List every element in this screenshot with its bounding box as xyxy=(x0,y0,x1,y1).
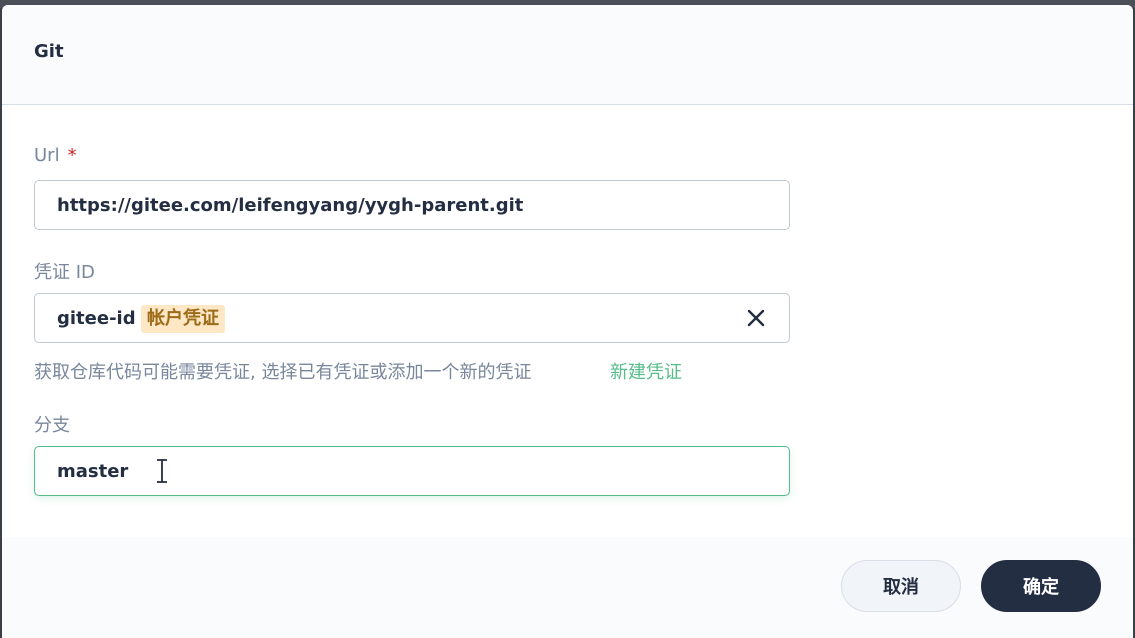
dialog-title: Git xyxy=(34,41,64,62)
credential-hint: 获取仓库代码可能需要凭证, 选择已有凭证或添加一个新的凭证 xyxy=(34,362,532,383)
branch-label: 分支 xyxy=(34,415,70,436)
cancel-button[interactable]: 取消 xyxy=(841,560,961,612)
git-dialog: Git Url * https://gitee.com/leifengyang/y… xyxy=(2,5,1133,638)
credential-type-tag: 帐户凭证 xyxy=(141,305,225,333)
text-cursor-icon xyxy=(157,459,167,483)
url-label: Url * xyxy=(34,145,77,166)
credential-label: 凭证 ID xyxy=(34,262,95,283)
dialog-header: Git xyxy=(2,5,1133,105)
branch-input[interactable]: master xyxy=(34,446,790,496)
url-input-value: https://gitee.com/leifengyang/yygh-paren… xyxy=(57,195,524,216)
required-marker: * xyxy=(67,145,77,166)
credential-value: gitee-id xyxy=(57,308,136,329)
close-icon[interactable] xyxy=(745,307,767,329)
branch-input-value: master xyxy=(57,461,129,482)
dialog-footer xyxy=(2,537,1133,638)
new-credential-link[interactable]: 新建凭证 xyxy=(610,358,682,384)
confirm-button[interactable]: 确定 xyxy=(981,560,1101,612)
url-label-text: Url xyxy=(34,145,60,166)
credential-select[interactable]: gitee-id 帐户凭证 xyxy=(34,293,790,343)
url-input[interactable]: https://gitee.com/leifengyang/yygh-paren… xyxy=(34,180,790,230)
